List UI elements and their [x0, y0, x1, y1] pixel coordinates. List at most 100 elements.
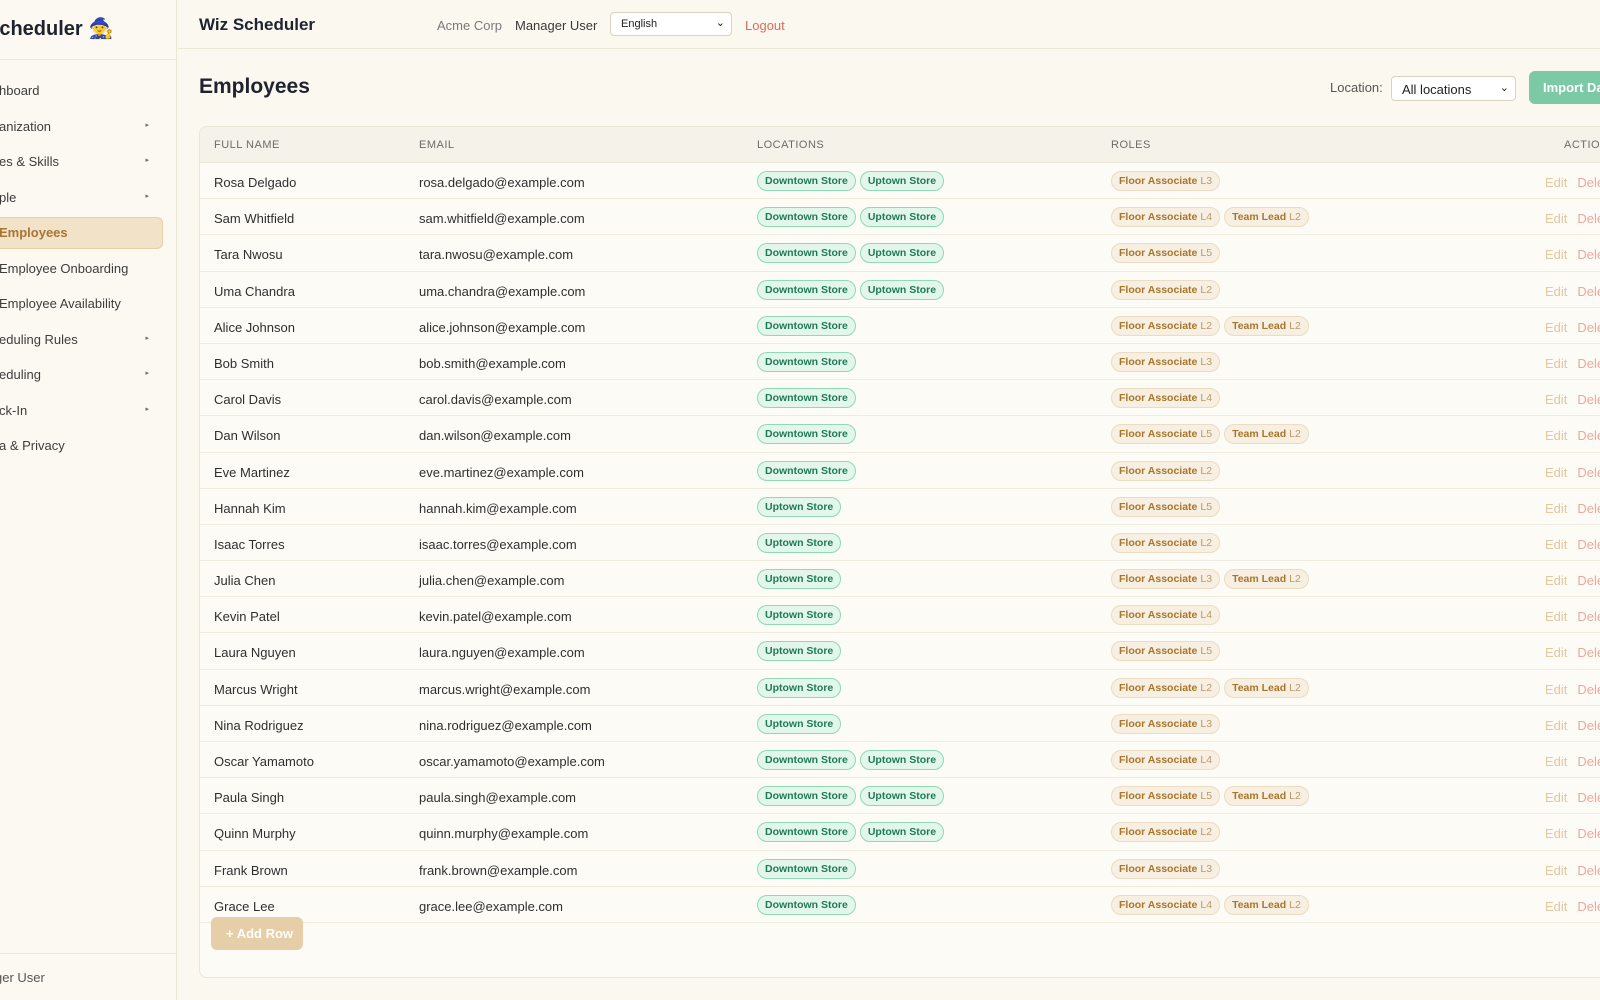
delete-button[interactable]: Dele	[1577, 790, 1600, 805]
edit-button[interactable]: Edit	[1545, 247, 1567, 262]
role-name: Team Lead	[1232, 898, 1287, 911]
location-filter-select[interactable]: All locations ⌄	[1391, 76, 1516, 101]
edit-button[interactable]: Edit	[1545, 284, 1567, 299]
table-row: Tara Nwosu tara.nwosu@example.com Downtown…	[200, 235, 1600, 272]
row-actions: Edit Dele	[1545, 320, 1600, 335]
caret-right-icon: ▸	[145, 334, 149, 342]
delete-button[interactable]: Dele	[1577, 537, 1600, 552]
edit-button[interactable]: Edit	[1545, 682, 1567, 697]
role-name: Floor Associate	[1119, 392, 1198, 405]
delete-button[interactable]: Dele	[1577, 211, 1600, 226]
role-chips: Floor Associate L2	[1111, 822, 1221, 843]
edit-button[interactable]: Edit	[1545, 718, 1567, 733]
role-level: L3	[1200, 355, 1213, 368]
delete-button[interactable]: Dele	[1577, 392, 1600, 407]
column-header-email[interactable]: EMAIL	[419, 139, 455, 151]
sidebar-item[interactable]: ck-In ▸	[0, 393, 176, 429]
role-level: L5	[1200, 428, 1213, 441]
edit-button[interactable]: Edit	[1545, 754, 1567, 769]
delete-button[interactable]: Dele	[1577, 609, 1600, 624]
location-chips: Downtown Store Uptown Store	[757, 786, 945, 807]
edit-button[interactable]: Edit	[1545, 356, 1567, 371]
edit-button[interactable]: Edit	[1545, 573, 1567, 588]
edit-button[interactable]: Edit	[1545, 465, 1567, 480]
sidebar-item[interactable]: hboard	[0, 73, 176, 109]
location-chips: Downtown Store	[757, 858, 856, 879]
sidebar-item[interactable]: Employees	[0, 215, 176, 251]
sidebar-item[interactable]: Employee Onboarding	[0, 251, 176, 287]
delete-button[interactable]: Dele	[1577, 718, 1600, 733]
sidebar-item[interactable]: a & Privacy	[0, 428, 176, 464]
edit-button[interactable]: Edit	[1545, 501, 1567, 516]
sidebar-item[interactable]: eduling ▸	[0, 357, 176, 393]
edit-button[interactable]: Edit	[1545, 537, 1567, 552]
location-chip: Uptown Store	[859, 207, 945, 228]
delete-button[interactable]: Dele	[1577, 320, 1600, 335]
role-name: Floor Associate	[1119, 826, 1198, 839]
location-chips: Downtown Store Uptown Store	[757, 243, 945, 264]
app-title: Wiz Scheduler	[199, 15, 316, 34]
role-level: L2	[1200, 536, 1213, 549]
sidebar-item[interactable]: es & Skills ▸	[0, 144, 176, 180]
delete-button[interactable]: Dele	[1577, 465, 1600, 480]
sidebar-item[interactable]: Employee Availability	[0, 286, 176, 322]
delete-button[interactable]: Dele	[1577, 356, 1600, 371]
employee-name: Oscar Yamamoto	[214, 754, 314, 769]
edit-button[interactable]: Edit	[1545, 211, 1567, 226]
edit-button[interactable]: Edit	[1545, 392, 1567, 407]
sidebar-item[interactable]: eduling Rules ▸	[0, 322, 176, 358]
edit-button[interactable]: Edit	[1545, 790, 1567, 805]
role-chip: Team Lead L2	[1224, 894, 1309, 915]
edit-button[interactable]: Edit	[1545, 609, 1567, 624]
role-level: L3	[1200, 573, 1213, 586]
edit-button[interactable]: Edit	[1545, 428, 1567, 443]
role-chips: Floor Associate L3	[1111, 713, 1221, 734]
sidebar-item[interactable]: ple ▸	[0, 180, 176, 216]
edit-button[interactable]: Edit	[1545, 175, 1567, 190]
column-header-roles[interactable]: ROLES	[1111, 139, 1151, 151]
delete-button[interactable]: Dele	[1577, 899, 1600, 914]
sidebar-footer[interactable]: ger User	[0, 953, 176, 1000]
column-header-name[interactable]: FULL NAME	[214, 139, 280, 151]
employee-email: kevin.patel@example.com	[419, 609, 572, 625]
employee-email: carol.davis@example.com	[419, 392, 572, 408]
role-name: Floor Associate	[1119, 500, 1198, 513]
edit-button[interactable]: Edit	[1545, 645, 1567, 660]
delete-button[interactable]: Dele	[1577, 175, 1600, 190]
row-actions: Edit Dele	[1545, 428, 1600, 443]
delete-button[interactable]: Dele	[1577, 247, 1600, 262]
employee-name: Dan Wilson	[214, 428, 281, 444]
delete-button[interactable]: Dele	[1577, 826, 1600, 841]
delete-button[interactable]: Dele	[1577, 754, 1600, 769]
location-chip: Uptown Store	[757, 641, 842, 662]
delete-button[interactable]: Dele	[1577, 682, 1600, 697]
edit-button[interactable]: Edit	[1545, 863, 1567, 878]
sidebar-item-label: ple	[0, 189, 17, 205]
role-name: Floor Associate	[1119, 211, 1198, 224]
brand-title[interactable]: Scheduler🧙	[0, 16, 114, 41]
role-chips: Floor Associate L5	[1111, 243, 1221, 264]
delete-button[interactable]: Dele	[1577, 573, 1600, 588]
add-row-button[interactable]: + Add Row	[211, 917, 303, 950]
delete-button[interactable]: Dele	[1577, 645, 1600, 660]
delete-button[interactable]: Dele	[1577, 863, 1600, 878]
edit-button[interactable]: Edit	[1545, 899, 1567, 914]
sidebar: Scheduler🧙 hboardanization▸es & Skills▸p…	[0, 0, 177, 1000]
edit-button[interactable]: Edit	[1545, 320, 1567, 335]
location-chips: Downtown Store	[757, 315, 856, 336]
location-chips: Uptown Store	[757, 713, 842, 734]
delete-button[interactable]: Dele	[1577, 284, 1600, 299]
delete-button[interactable]: Dele	[1577, 501, 1600, 516]
employee-email: laura.nguyen@example.com	[419, 645, 585, 661]
footer-user-name: ger User	[0, 970, 45, 985]
role-level: L2	[1289, 681, 1301, 694]
delete-button[interactable]: Dele	[1577, 428, 1600, 443]
language-select[interactable]: English ⌄	[610, 12, 732, 36]
edit-button[interactable]: Edit	[1545, 826, 1567, 841]
role-chips: Floor Associate L5 Team Lead L2	[1111, 786, 1309, 807]
logout-link[interactable]: Logout	[745, 18, 785, 33]
import-data-button[interactable]: Import Da	[1529, 71, 1600, 104]
column-header-locations[interactable]: LOCATIONS	[757, 139, 824, 151]
sidebar-item[interactable]: anization ▸	[0, 109, 176, 145]
role-name: Floor Associate	[1119, 536, 1198, 549]
